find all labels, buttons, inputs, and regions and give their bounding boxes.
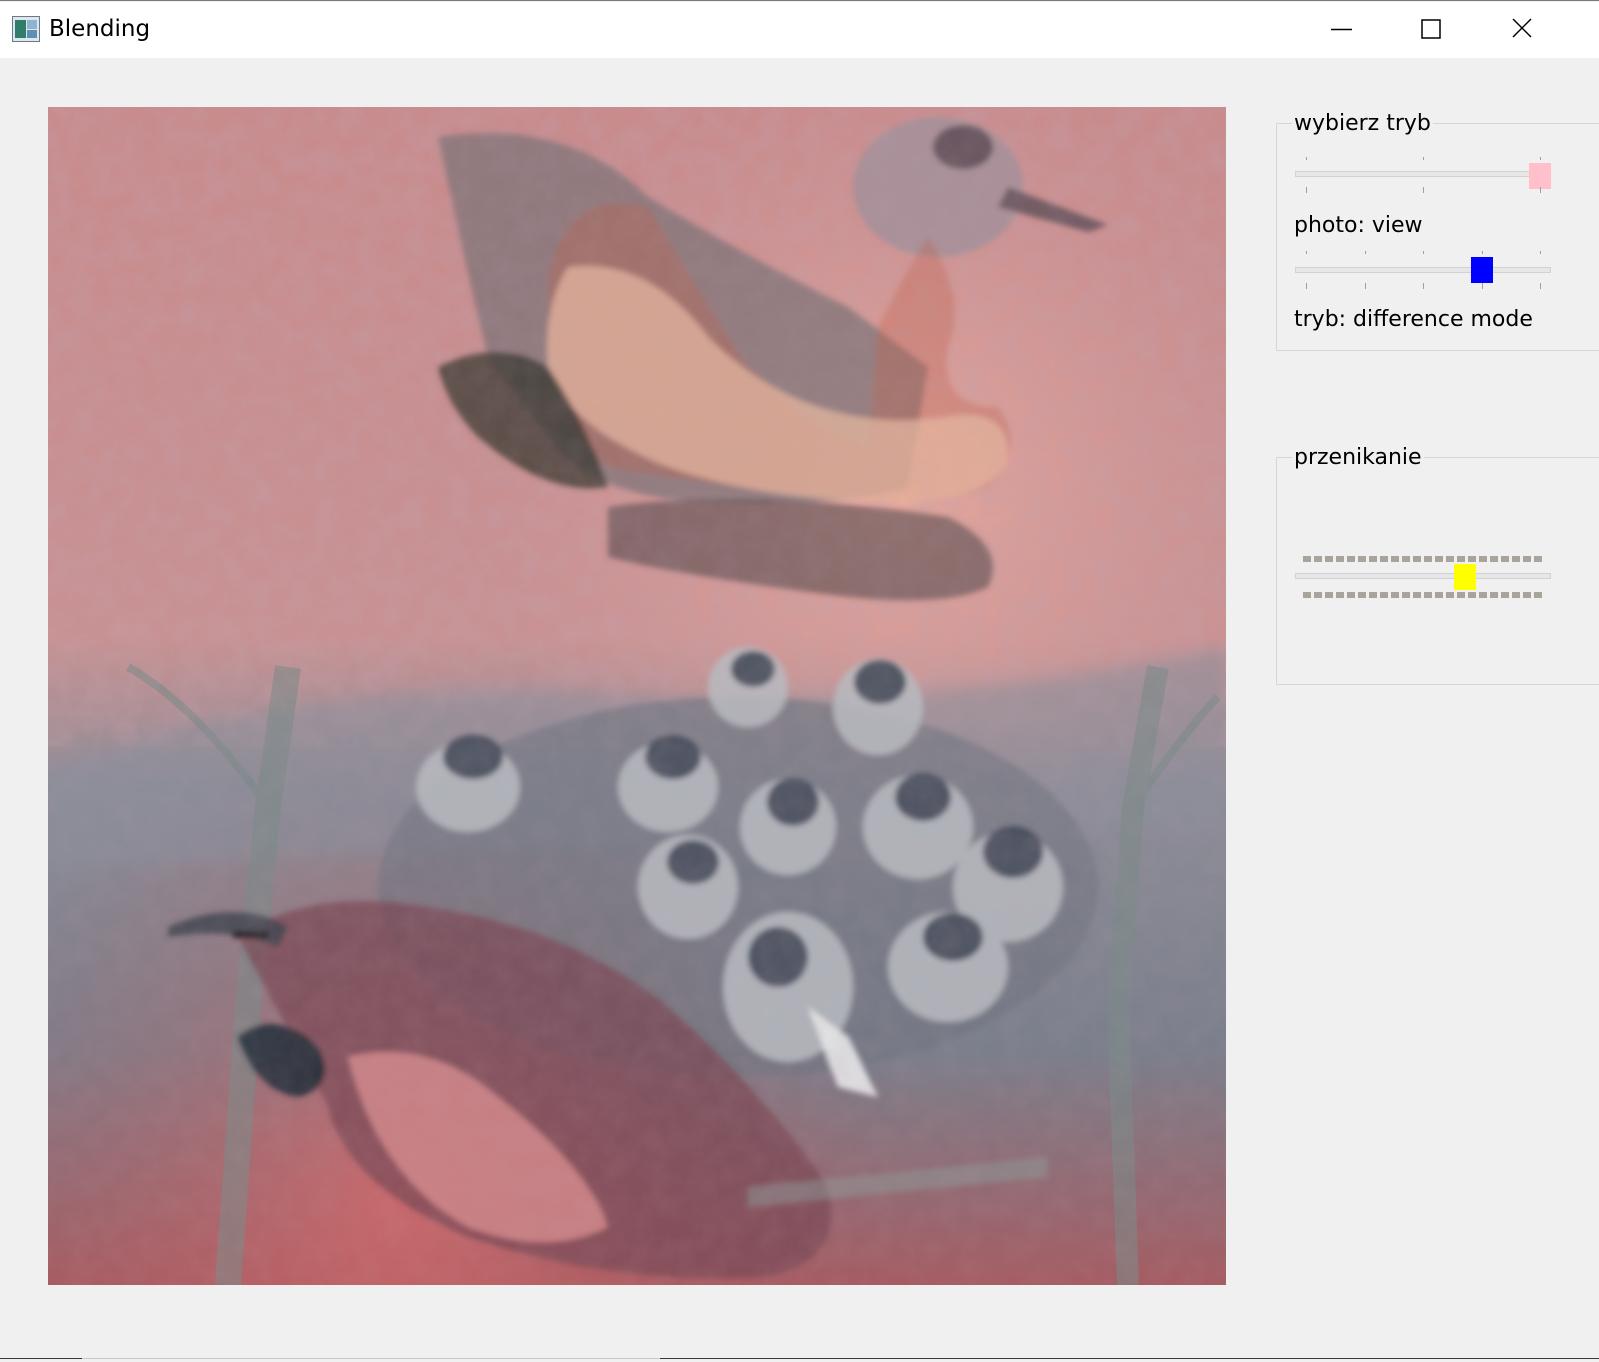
slider-tick xyxy=(1540,157,1541,160)
window-bottom-border xyxy=(0,1358,1599,1362)
mode-slider-handle[interactable] xyxy=(1529,163,1551,189)
blend-slider[interactable] xyxy=(1295,556,1551,604)
blend-group-title: przenikanie xyxy=(1292,445,1424,471)
slider-tick xyxy=(1423,283,1424,289)
slider-tick xyxy=(1364,283,1366,289)
slider-tick xyxy=(1423,157,1424,160)
slider-tick xyxy=(1540,251,1541,254)
blend-slider-handle[interactable] xyxy=(1454,564,1477,590)
blended-photo-canvas xyxy=(48,107,1226,1285)
mode-slider-groove xyxy=(1295,171,1551,177)
mode-slider[interactable] xyxy=(1295,149,1551,197)
title-bar[interactable]: Blending xyxy=(0,2,1599,58)
blend-slider-ticks-bottom xyxy=(1303,592,1543,598)
photo-slider[interactable] xyxy=(1295,245,1551,293)
slider-tick xyxy=(1481,251,1483,254)
slider-tick xyxy=(1306,283,1307,289)
photo-slider-groove xyxy=(1295,267,1551,273)
blend-slider-ticks-top xyxy=(1303,556,1543,562)
slider-tick xyxy=(1540,283,1541,289)
close-button[interactable] xyxy=(1506,2,1598,58)
slider-tick xyxy=(1306,251,1307,254)
blend-slider-groove xyxy=(1295,573,1551,579)
slider-tick xyxy=(1481,283,1483,289)
slider-tick xyxy=(1306,187,1307,193)
blending-app-icon xyxy=(12,16,40,42)
app-window: Blending wybierz tryb photo: view tryb: … xyxy=(0,0,1599,1362)
blended-photo xyxy=(48,107,1226,1285)
minimize-icon xyxy=(1331,28,1352,31)
window-title: Blending xyxy=(49,16,151,42)
slider-tick xyxy=(1306,157,1307,160)
close-icon xyxy=(1512,18,1532,38)
maximize-button[interactable] xyxy=(1414,2,1506,58)
mode-label: tryb: difference mode xyxy=(1294,307,1533,332)
mode-group-title: wybierz tryb xyxy=(1292,111,1433,137)
photo-slider-handle[interactable] xyxy=(1470,257,1493,283)
minimize-button[interactable] xyxy=(1322,2,1414,58)
slider-tick xyxy=(1540,187,1541,193)
photo-label: photo: view xyxy=(1294,213,1423,238)
slider-tick xyxy=(1423,187,1424,193)
maximize-icon xyxy=(1421,19,1441,39)
slider-tick xyxy=(1364,251,1366,254)
slider-tick xyxy=(1423,251,1424,254)
